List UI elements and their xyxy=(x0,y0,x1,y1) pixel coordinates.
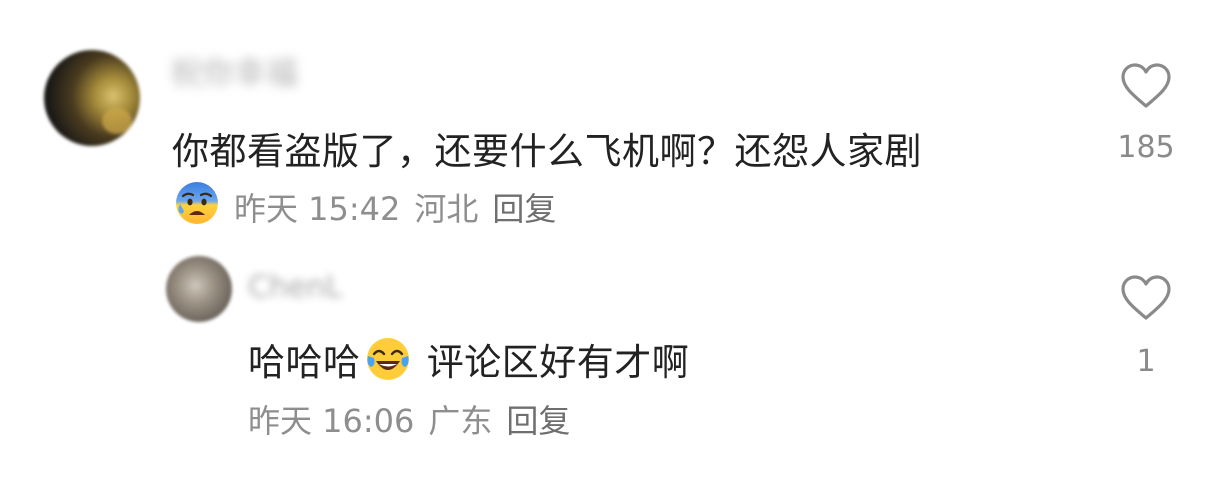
comment-time: 昨天 15:42 xyxy=(234,190,401,228)
anxious-sweat-face-icon xyxy=(174,180,220,234)
reply-text: 哈哈哈 评论区好有才啊 xyxy=(248,332,689,391)
like-count: 1 xyxy=(1136,344,1156,379)
reply-button[interactable]: 回复 xyxy=(492,184,556,230)
like-button[interactable]: 1 xyxy=(1111,274,1181,379)
reply-location: 广东 xyxy=(428,402,493,440)
reply-avatar[interactable] xyxy=(166,256,232,322)
reply-text-part: 哈哈哈 xyxy=(248,341,361,384)
commenter-username[interactable]: 祝你幸福 xyxy=(170,48,298,94)
reply-text-part: 评论区好有才啊 xyxy=(414,341,690,384)
reply-username[interactable]: ChenL xyxy=(248,270,342,305)
reply-time: 昨天 16:06 xyxy=(248,402,415,440)
commenter-avatar[interactable] xyxy=(44,50,140,146)
comment-meta: 昨天 15:42 河北 回复 xyxy=(174,180,556,234)
heart-icon[interactable] xyxy=(1119,274,1173,322)
comment-text: 你都看盗版了，还要什么飞机啊？还怨人家剧 xyxy=(172,130,922,173)
like-count: 185 xyxy=(1117,130,1175,165)
reply-meta: 昨天 16:06 广东 回复 xyxy=(248,396,570,442)
reply-button[interactable]: 回复 xyxy=(506,396,570,442)
like-button[interactable]: 185 xyxy=(1111,62,1181,165)
comment-location: 河北 xyxy=(414,190,479,228)
heart-icon[interactable] xyxy=(1119,62,1173,110)
tears-of-joy-face-icon xyxy=(365,336,411,391)
